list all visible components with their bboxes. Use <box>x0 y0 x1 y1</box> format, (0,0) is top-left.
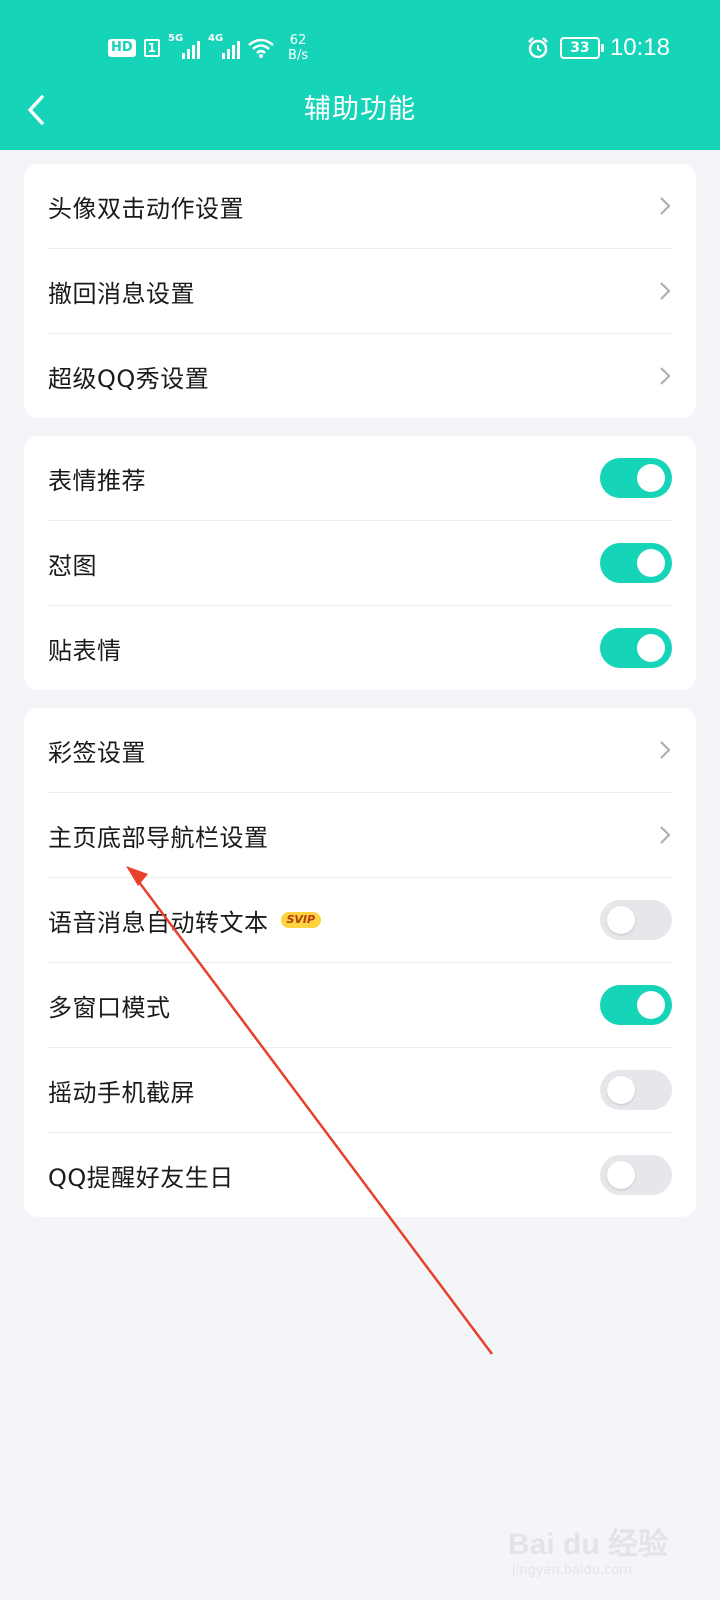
wifi-icon <box>248 38 274 58</box>
paste-sticker-toggle[interactable] <box>600 628 672 668</box>
color-tag-setting[interactable]: 彩签设置 <box>48 708 672 793</box>
row-label: QQ提醒好友生日 <box>48 1163 234 1192</box>
sim-icon: 1 <box>143 39 161 57</box>
row-label: 撤回消息设置 <box>48 279 195 308</box>
avatar-double-tap-setting[interactable]: 头像双击动作设置 <box>48 164 672 249</box>
row-label: 怼图 <box>48 551 97 580</box>
status-bar: HD 1 5G 4G 62 B/s 33 10:18 <box>0 28 720 68</box>
alarm-icon <box>528 37 548 59</box>
row-label: 超级QQ秀设置 <box>48 364 210 393</box>
multi-window-toggle[interactable] <box>600 985 672 1025</box>
settings-group-3: 彩签设置 主页底部导航栏设置 语音消息自动转文本 SVIP 多窗口模式 摇动手机… <box>24 708 696 1217</box>
settings-group-2: 表情推荐 怼图 贴表情 <box>24 436 696 690</box>
voice-to-text-row: 语音消息自动转文本 SVIP <box>48 878 672 963</box>
page-title: 辅助功能 <box>304 94 416 125</box>
row-label: 贴表情 <box>48 636 122 665</box>
row-label: 主页底部导航栏设置 <box>48 823 269 852</box>
battery-icon: 33 <box>559 37 604 59</box>
chevron-right-icon <box>660 367 671 385</box>
watermark-url: jingyan.baidu.com <box>511 1563 632 1578</box>
row-label: 彩签设置 <box>48 738 146 767</box>
hd-icon: HD <box>108 39 136 57</box>
voice-to-text-toggle[interactable] <box>600 900 672 940</box>
shake-screenshot-toggle[interactable] <box>600 1070 672 1110</box>
network-speed: 62 B/s <box>288 33 309 63</box>
chevron-right-icon <box>660 741 671 759</box>
sticker-recommend-row: 表情推荐 <box>48 436 672 521</box>
baidu-jingyan-watermark: Bai du 经验 jingyan.baidu.com <box>508 1519 668 1578</box>
duitu-row: 怼图 <box>48 521 672 606</box>
signal-5g-icon: 5G <box>168 33 201 59</box>
svip-badge: SVIP <box>280 912 322 928</box>
title-bar: HD 1 5G 4G 62 B/s 33 10:18 辅助功能 <box>0 0 720 150</box>
shake-screenshot-row: 摇动手机截屏 <box>48 1048 672 1133</box>
signal-4g-icon: 4G <box>208 33 241 59</box>
recall-message-setting[interactable]: 撤回消息设置 <box>48 249 672 334</box>
duitu-toggle[interactable] <box>600 543 672 583</box>
birthday-reminder-toggle[interactable] <box>600 1155 672 1195</box>
settings-group-1: 头像双击动作设置 撤回消息设置 超级QQ秀设置 <box>24 164 696 418</box>
row-label: 摇动手机截屏 <box>48 1078 195 1107</box>
multi-window-row: 多窗口模式 <box>48 963 672 1048</box>
chevron-right-icon <box>660 826 671 844</box>
home-bottom-nav-setting[interactable]: 主页底部导航栏设置 <box>48 793 672 878</box>
chevron-right-icon <box>660 197 671 215</box>
clock: 10:18 <box>609 34 670 61</box>
birthday-reminder-row: QQ提醒好友生日 <box>48 1133 672 1217</box>
row-label: 多窗口模式 <box>48 993 171 1022</box>
row-label: 表情推荐 <box>48 466 146 495</box>
chevron-right-icon <box>660 282 671 300</box>
paste-sticker-row: 贴表情 <box>48 606 672 690</box>
row-label: 语音消息自动转文本 <box>48 908 269 937</box>
watermark-brand: Bai du 经验 <box>507 1528 668 1561</box>
row-label: 头像双击动作设置 <box>48 194 244 223</box>
super-qq-show-setting[interactable]: 超级QQ秀设置 <box>48 334 672 418</box>
sticker-recommend-toggle[interactable] <box>600 458 672 498</box>
